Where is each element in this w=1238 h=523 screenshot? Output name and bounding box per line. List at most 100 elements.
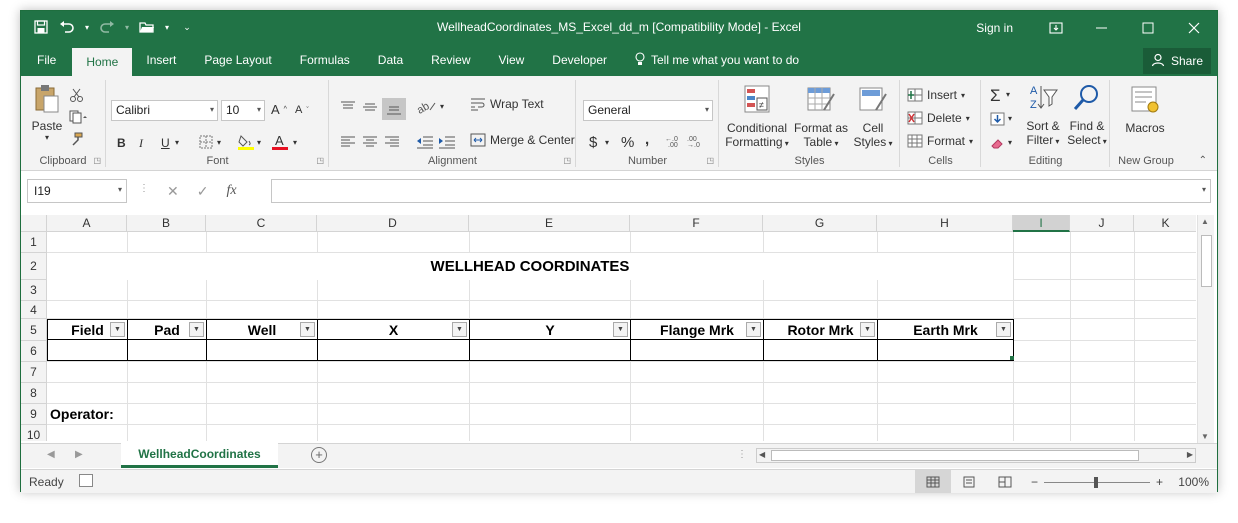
maximize-icon[interactable]	[1125, 11, 1171, 44]
column-header-b[interactable]: B	[127, 215, 206, 232]
name-box[interactable]: I19 ▾	[27, 179, 127, 203]
sort-filter-button[interactable]: AZ Sort & Filter ▾	[1022, 82, 1064, 147]
filter-dropdown-icon[interactable]: ▼	[860, 322, 875, 337]
row-header-5[interactable]: 5	[21, 319, 47, 341]
header-cell-x[interactable]: X ▼	[317, 319, 470, 340]
font-size-combo[interactable]: 10 ▾	[221, 100, 265, 121]
horizontal-scroll-thumb[interactable]	[771, 450, 1139, 461]
tab-view[interactable]: View	[485, 44, 539, 76]
font-name-combo[interactable]: Calibri ▾	[111, 100, 218, 121]
bottom-align-icon[interactable]	[382, 98, 406, 120]
underline-dropdown-icon[interactable]: ▾	[175, 138, 179, 147]
zoom-slider[interactable]: − +	[1031, 475, 1163, 489]
clear-dropdown-icon[interactable]: ▾	[1008, 138, 1012, 147]
zoom-thumb[interactable]	[1094, 476, 1099, 488]
fill-color-dropdown-icon[interactable]: ▾	[257, 138, 261, 147]
tab-split-handle-icon[interactable]: ⋮	[737, 449, 747, 460]
cancel-entry-icon[interactable]: ✕	[167, 183, 179, 200]
filter-dropdown-icon[interactable]: ▼	[996, 322, 1011, 337]
spreadsheet-grid[interactable]: A B C D E F G H I J K 1 2 3 4 5 6 7 8 9 …	[21, 215, 1196, 441]
share-button[interactable]: Share	[1142, 48, 1211, 74]
paste-button[interactable]: Paste ▾	[29, 84, 65, 142]
row-header-10[interactable]: 10	[21, 425, 47, 441]
align-right-icon[interactable]	[384, 136, 400, 148]
copy-icon[interactable]	[69, 110, 89, 124]
add-sheet-icon[interactable]: +	[311, 447, 327, 463]
sheet-title[interactable]: WELLHEAD COORDINATES	[47, 253, 1013, 280]
column-header-a[interactable]: A	[47, 215, 127, 232]
decrease-decimal-icon[interactable]: .00 →.0	[687, 134, 705, 148]
table-resize-handle[interactable]	[1010, 356, 1014, 360]
formula-input[interactable]: ▾	[271, 179, 1211, 203]
cut-icon[interactable]	[69, 88, 85, 102]
tab-review[interactable]: Review	[417, 44, 484, 76]
collapse-ribbon-icon[interactable]: ⌃	[1199, 155, 1207, 166]
column-header-f[interactable]: F	[630, 215, 763, 232]
merge-center-button[interactable]: Merge & Center	[470, 133, 575, 147]
borders-icon[interactable]	[199, 135, 213, 149]
formula-expand-icon[interactable]: ▾	[1202, 185, 1206, 194]
row-header-9[interactable]: 9	[21, 404, 47, 425]
italic-button[interactable]: I	[139, 136, 143, 151]
insert-dropdown-icon[interactable]: ▾	[961, 91, 965, 100]
orientation-dropdown-icon[interactable]: ▾	[440, 102, 444, 111]
zoom-in-icon[interactable]: +	[1156, 475, 1163, 489]
macros-button[interactable]: Macros	[1121, 84, 1169, 135]
currency-dropdown-icon[interactable]: ▾	[605, 138, 609, 147]
tab-page-layout[interactable]: Page Layout	[190, 44, 285, 76]
minimize-icon[interactable]	[1079, 11, 1125, 44]
delete-dropdown-icon[interactable]: ▾	[966, 114, 970, 123]
row-header-2[interactable]: 2	[21, 253, 47, 280]
header-cell-field[interactable]: Field ▼	[47, 319, 128, 340]
confirm-entry-icon[interactable]: ✓	[197, 183, 209, 200]
operator-label[interactable]: Operator:	[50, 404, 114, 425]
tab-home[interactable]: Home	[72, 48, 133, 76]
row-header-6[interactable]: 6	[21, 341, 47, 362]
row-header-1[interactable]: 1	[21, 232, 47, 253]
macro-recording-icon[interactable]	[79, 474, 93, 487]
conditional-formatting-button[interactable]: ≠ Conditional Formatting ▾	[724, 84, 790, 149]
format-painter-icon[interactable]	[69, 132, 83, 146]
row-header-4[interactable]: 4	[21, 301, 47, 319]
column-header-d[interactable]: D	[317, 215, 469, 232]
header-cell-well[interactable]: Well ▼	[206, 319, 318, 340]
tab-insert[interactable]: Insert	[132, 44, 190, 76]
header-cell-y[interactable]: Y ▼	[469, 319, 631, 340]
filter-dropdown-icon[interactable]: ▼	[189, 322, 204, 337]
orientation-icon[interactable]: ab	[416, 98, 438, 114]
scroll-left-icon[interactable]: ◀	[759, 450, 765, 459]
header-cell-earth-mrk[interactable]: Earth Mrk ▼	[877, 319, 1014, 340]
fill-icon[interactable]	[990, 112, 1006, 126]
percent-button[interactable]: %	[621, 134, 634, 151]
name-box-dropdown-icon[interactable]: ▾	[118, 185, 122, 194]
insert-function-icon[interactable]: fx	[226, 183, 236, 200]
data-cell[interactable]	[127, 340, 207, 361]
comma-button[interactable]: ,	[645, 131, 649, 148]
row-header-8[interactable]: 8	[21, 383, 47, 404]
row-header-7[interactable]: 7	[21, 362, 47, 383]
number-format-dropdown-icon[interactable]: ▾	[705, 105, 709, 114]
column-header-e[interactable]: E	[469, 215, 630, 232]
font-color-icon[interactable]: A	[271, 133, 289, 151]
fill-color-icon[interactable]	[237, 133, 255, 151]
prev-sheet-icon[interactable]: ◀	[47, 449, 55, 460]
filter-dropdown-icon[interactable]: ▼	[110, 322, 125, 337]
column-header-k[interactable]: K	[1134, 215, 1196, 232]
font-color-dropdown-icon[interactable]: ▾	[293, 138, 297, 147]
scroll-down-icon[interactable]: ▼	[1201, 432, 1209, 441]
borders-dropdown-icon[interactable]: ▾	[217, 138, 221, 147]
tab-formulas[interactable]: Formulas	[286, 44, 364, 76]
column-header-i[interactable]: I	[1013, 215, 1070, 232]
cell-styles-button[interactable]: Cell Styles ▾	[850, 84, 896, 149]
fill-dropdown-icon[interactable]: ▾	[1008, 114, 1012, 123]
scroll-up-icon[interactable]: ▲	[1201, 217, 1209, 226]
normal-view-icon[interactable]	[915, 470, 951, 493]
bold-button[interactable]: B	[117, 136, 126, 150]
column-header-h[interactable]: H	[877, 215, 1013, 232]
filter-dropdown-icon[interactable]: ▼	[452, 322, 467, 337]
alignment-launcher-icon[interactable]: ◳	[563, 156, 571, 165]
data-cell[interactable]	[469, 340, 631, 361]
increase-font-icon[interactable]: A ^	[271, 102, 287, 117]
format-cells-button[interactable]: Format ▾	[907, 134, 973, 148]
column-header-g[interactable]: G	[763, 215, 877, 232]
